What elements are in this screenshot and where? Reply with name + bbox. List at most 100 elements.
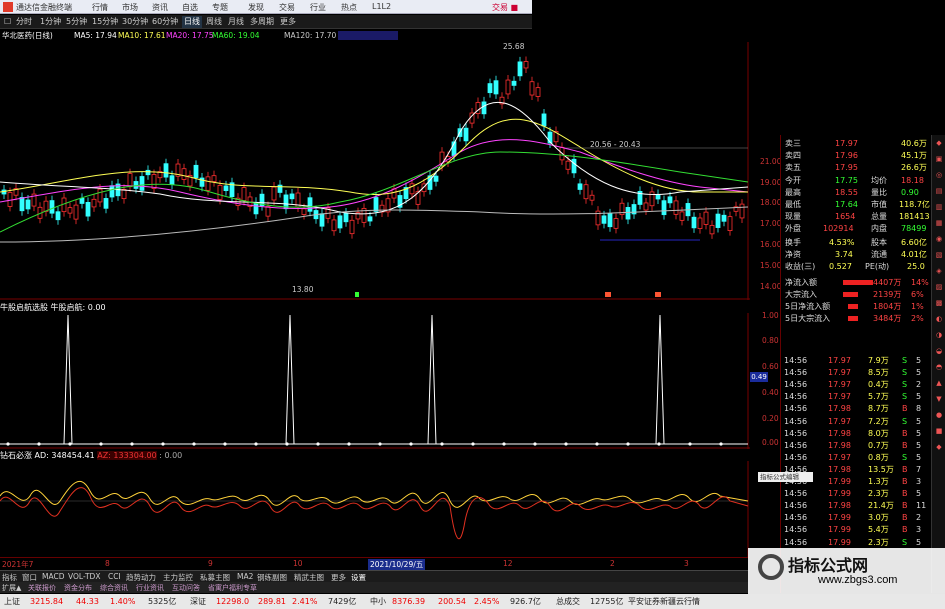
signal-dot: [440, 442, 444, 446]
sidebar-icon[interactable]: ◎: [933, 169, 945, 181]
candle-body: [127, 173, 133, 188]
price-tick: 19.00: [760, 178, 782, 187]
tab-qa[interactable]: 互动问答: [172, 583, 200, 593]
menu-item[interactable]: 自选: [182, 2, 198, 13]
period-30min[interactable]: 30分钟: [120, 16, 150, 28]
sz-amount: 7429亿: [328, 597, 357, 606]
period-multi[interactable]: 多周期: [248, 16, 276, 28]
period-icon[interactable]: ☐: [2, 16, 13, 28]
sidebar-icon[interactable]: ◈: [933, 265, 945, 277]
indicator-a-tick: 0.40: [762, 388, 779, 397]
sidebar-icon[interactable]: ▥: [933, 201, 945, 213]
candle-body: [493, 80, 499, 95]
period-5min[interactable]: 5分钟: [64, 16, 89, 28]
tab-vol[interactable]: VOL-TDX: [68, 572, 100, 581]
candle-body: [511, 80, 517, 86]
candle-body: [727, 216, 733, 232]
candle-body: [739, 203, 745, 219]
price-tick: 18.00: [760, 198, 782, 207]
sidebar-icon[interactable]: ◆: [933, 441, 945, 453]
indicator-a-tick: 0.60: [762, 362, 779, 371]
sidebar-icon[interactable]: ▤: [933, 185, 945, 197]
period-weekly[interactable]: 周线: [204, 16, 224, 28]
sh-change: 44.33: [76, 597, 99, 606]
candle-body: [97, 188, 103, 203]
tab-benefits[interactable]: 省寓户福利专草: [208, 583, 257, 593]
menu-item[interactable]: 行情: [92, 2, 108, 13]
signal-dot: [161, 442, 165, 446]
signal-dot: [223, 442, 227, 446]
tab-industry-news[interactable]: 行业资讯: [136, 583, 164, 593]
candle-body: [241, 187, 247, 201]
zx-label: 中小: [370, 597, 386, 606]
sidebar-icon[interactable]: ■: [933, 425, 945, 437]
period-1min[interactable]: 1分钟: [38, 16, 63, 28]
sidebar-icon[interactable]: ▧: [933, 249, 945, 261]
current-value-badge: 0.49: [750, 372, 768, 382]
period-15min[interactable]: 15分钟: [90, 16, 120, 28]
trade-row: 14:56 17.97 7.9万 S 5: [784, 356, 922, 365]
menu-item[interactable]: L1L2: [372, 2, 391, 11]
menu-item[interactable]: 交易: [279, 2, 295, 13]
menu-item[interactable]: 热点: [341, 2, 357, 13]
indicator-b-chart[interactable]: [0, 461, 750, 557]
quote-row: 卖五 17.95 26.6万: [785, 163, 927, 172]
candle-body: [199, 177, 205, 187]
candle-body: [103, 198, 109, 209]
tab-ma2[interactable]: MA2: [237, 572, 253, 581]
menu-item[interactable]: 发现: [248, 2, 264, 13]
candle-body: [703, 211, 709, 225]
tab-related-quotes[interactable]: 关联报价: [28, 583, 56, 593]
tab-capital-flow[interactable]: 资金分布: [64, 583, 92, 593]
candle-body: [19, 197, 25, 212]
period-daily[interactable]: 日线: [182, 16, 202, 28]
menu-item[interactable]: 专题: [212, 2, 228, 13]
indicator-b-legend[interactable]: 钻石必涨 AD: 348454.41 AZ: 133304.00 : 0.00: [0, 450, 182, 461]
indicator-a-legend[interactable]: 牛股启航选股 牛股启航: 0.00: [0, 302, 106, 313]
candle-body: [169, 175, 175, 185]
sidebar-icon[interactable]: ◆: [933, 137, 945, 149]
flow-row: 5日净流入额 1804万 1%: [785, 302, 924, 311]
menu-item[interactable]: 资讯: [152, 2, 168, 13]
indicator-a-tick: 0.20: [762, 414, 779, 423]
sidebar-icon[interactable]: ◉: [933, 233, 945, 245]
tab-macd[interactable]: MACD: [42, 572, 64, 581]
trade-menu[interactable]: 交易 ■: [492, 2, 518, 13]
candle-body: [211, 175, 217, 182]
sidebar-icon[interactable]: ▩: [933, 297, 945, 309]
indicator-a-chart[interactable]: [0, 313, 750, 449]
sidebar-icon[interactable]: ▼: [933, 393, 945, 405]
period-60min[interactable]: 60分钟: [150, 16, 180, 28]
trade-list[interactable]: 14:56 17.97 7.9万 S 5 14:56 17.97 8.5万 S 5 14:56 17.…: [780, 355, 930, 580]
zx-change: 200.54: [438, 597, 466, 606]
sidebar-icon[interactable]: ▨: [933, 281, 945, 293]
candle-body: [541, 113, 547, 127]
trade-row: 14:56 17.99 2.3万 B 5: [784, 489, 922, 499]
candle-body: [151, 174, 157, 189]
candle-body: [577, 183, 583, 190]
tab-cci[interactable]: CCI: [108, 572, 121, 581]
sidebar-icon[interactable]: ◒: [933, 345, 945, 357]
period-monthly[interactable]: 月线: [226, 16, 246, 28]
sidebar-icon[interactable]: ◓: [933, 361, 945, 373]
quote-row: 今开 17.75 均价 18.18: [785, 176, 924, 185]
sidebar-icon[interactable]: ▦: [933, 217, 945, 229]
sidebar-icon[interactable]: ●: [933, 409, 945, 421]
sidebar-icon[interactable]: ▣: [933, 153, 945, 165]
tab-extend[interactable]: 扩展▲: [2, 583, 21, 593]
sh-pct: 1.40%: [110, 597, 136, 606]
menu-item[interactable]: 市场: [122, 2, 138, 13]
price-tick: 15.00: [760, 261, 782, 270]
candlestick-chart[interactable]: 25.68 13.80 20.56 - 20.43: [0, 42, 750, 300]
sidebar-icon[interactable]: ◑: [933, 329, 945, 341]
menu-item[interactable]: 行业: [310, 2, 326, 13]
sidebar-icon[interactable]: ▲: [933, 377, 945, 389]
tab-news[interactable]: 综合资讯: [100, 583, 128, 593]
candle-body: [697, 217, 703, 229]
candle-body: [613, 218, 619, 229]
date-label-selected[interactable]: 2021/10/29/五: [368, 559, 426, 570]
sidebar-icon[interactable]: ◐: [933, 313, 945, 325]
candle-body: [49, 200, 55, 214]
period-minute-chart[interactable]: 分时: [14, 16, 34, 28]
period-more[interactable]: 更多: [278, 16, 298, 28]
